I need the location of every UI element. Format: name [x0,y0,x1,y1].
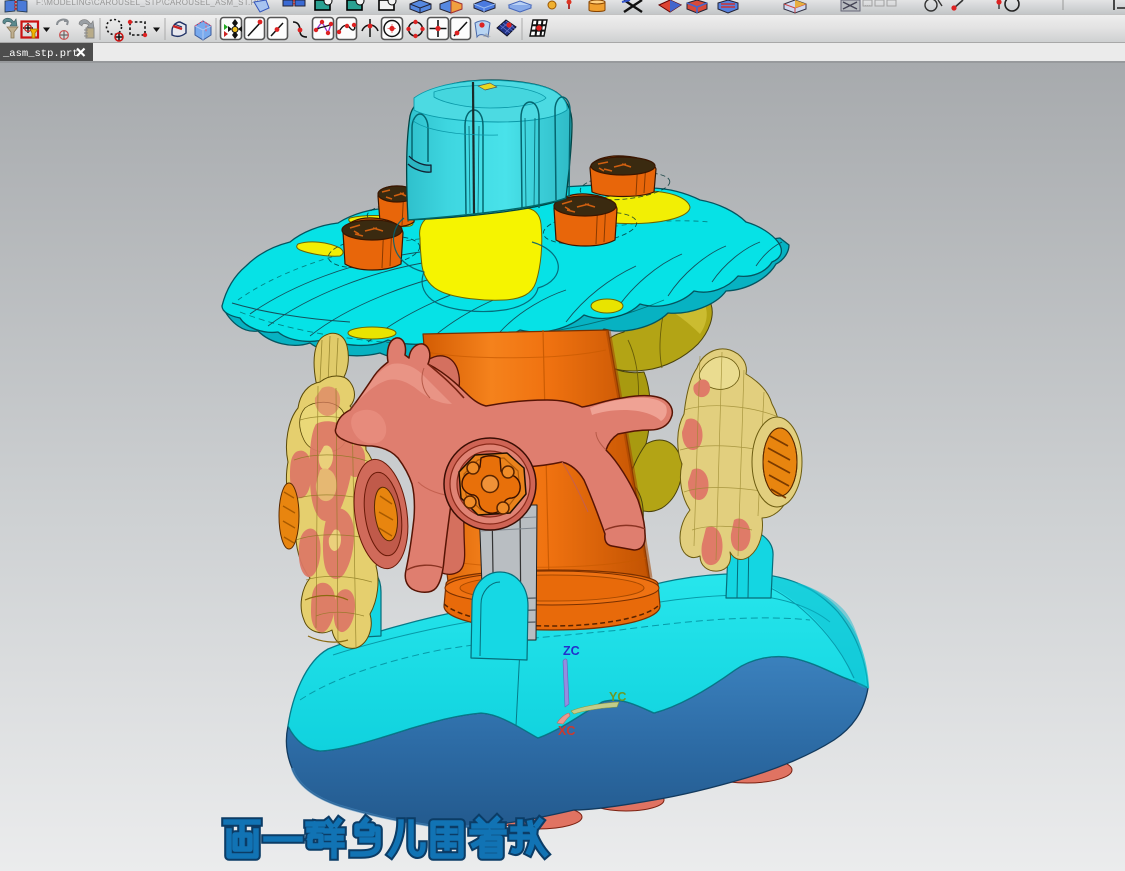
svg-text:_asm_stp.prt: _asm_stp.prt [2,48,79,60]
svg-text:F:\MODELING\CAROUSEL_STP\CAROU: F:\MODELING\CAROUSEL_STP\CAROUSEL_ASM_ST… [36,0,267,7]
svg-text:ZC: ZC [563,644,580,658]
svg-text:YC: YC [609,690,626,704]
svg-text:XC: XC [558,724,575,738]
